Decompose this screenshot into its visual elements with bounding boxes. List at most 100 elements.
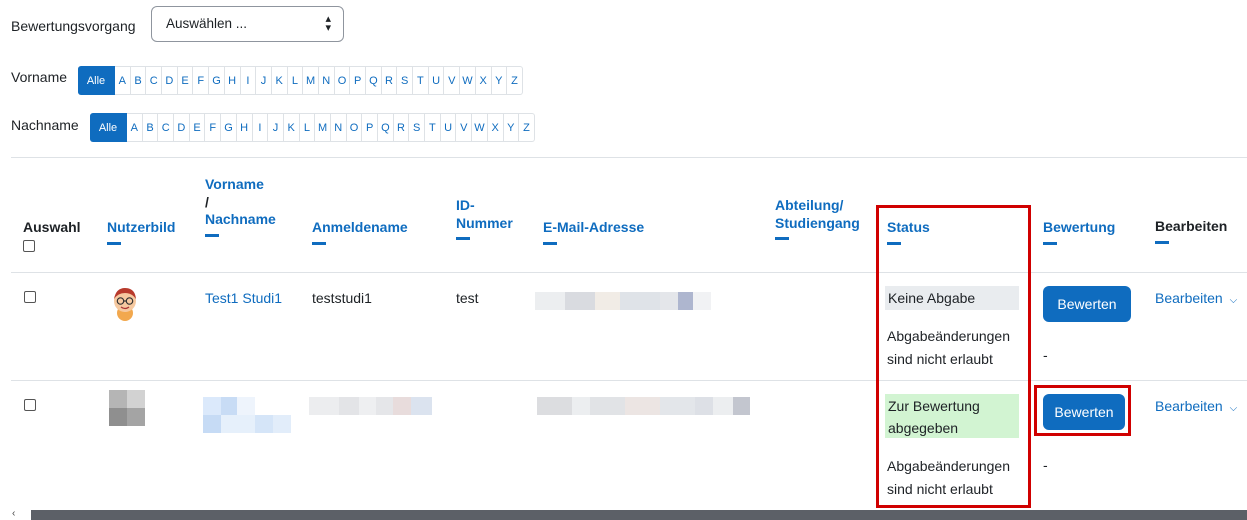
firstname-initial-a[interactable]: A xyxy=(115,66,131,95)
lastname-initial-q[interactable]: Q xyxy=(378,113,394,142)
lastname-initial-v[interactable]: V xyxy=(456,113,473,142)
sort-dash-icon xyxy=(543,241,557,245)
firstname-initial-c[interactable]: C xyxy=(146,66,163,95)
lastname-initial-w[interactable]: W xyxy=(472,113,488,142)
header-firstname[interactable]: Vorname xyxy=(205,176,276,194)
header-name[interactable]: Vorname / Nachname xyxy=(205,176,276,237)
firstname-initial-n[interactable]: N xyxy=(318,66,335,95)
lastname-initial-t[interactable]: T xyxy=(425,113,441,142)
lastname-initial-e[interactable]: E xyxy=(189,113,206,142)
firstname-initial-p[interactable]: P xyxy=(350,66,366,95)
edit-menu[interactable]: Bearbeiten ⌵ xyxy=(1155,290,1237,306)
header-idnumber[interactable]: ID- Nummer xyxy=(456,197,513,240)
firstname-initial-m[interactable]: M xyxy=(303,66,319,95)
table-row-divider xyxy=(11,272,1247,273)
lastname-initial-f[interactable]: F xyxy=(205,113,222,142)
lastname-initial-x[interactable]: X xyxy=(487,113,504,142)
lastname-initial-a[interactable]: A xyxy=(127,113,143,142)
lastname-initial-r[interactable]: R xyxy=(393,113,410,142)
header-username[interactable]: Anmeldename xyxy=(312,219,408,245)
lastname-initial-n[interactable]: N xyxy=(330,113,347,142)
lastname-initial-j[interactable]: J xyxy=(268,113,284,142)
grading-action-selected: Auswählen ... xyxy=(166,16,248,31)
firstname-initial-k[interactable]: K xyxy=(271,66,288,95)
firstname-initial-y[interactable]: Y xyxy=(491,66,508,95)
grade-value: - xyxy=(1043,457,1048,473)
lastname-initial-i[interactable]: I xyxy=(252,113,269,142)
firstname-initial-x[interactable]: X xyxy=(475,66,492,95)
lastname-initial-h[interactable]: H xyxy=(236,113,253,142)
firstname-initial-w[interactable]: W xyxy=(460,66,476,95)
header-grade[interactable]: Bewertung xyxy=(1043,219,1115,245)
lastname-initial-g[interactable]: G xyxy=(221,113,237,142)
firstname-initial-all[interactable]: Alle xyxy=(78,66,115,95)
user-idnumber: test xyxy=(456,290,479,306)
grading-action-select[interactable]: Auswählen ... ▴ ▾ xyxy=(151,6,344,42)
firstname-initial-o[interactable]: O xyxy=(334,66,351,95)
grade-value: - xyxy=(1043,347,1048,363)
chevron-down-icon: ⌵ xyxy=(1229,295,1238,306)
lastname-initial-m[interactable]: M xyxy=(315,113,331,142)
lastname-initial-d[interactable]: D xyxy=(174,113,190,142)
firstname-initial-g[interactable]: G xyxy=(209,66,225,95)
scroll-left-arrow-icon[interactable]: ‹ xyxy=(12,508,15,519)
lastname-initial-y[interactable]: Y xyxy=(503,113,520,142)
grade-button-highlight xyxy=(1034,385,1131,436)
user-avatar[interactable] xyxy=(106,284,144,322)
firstname-initial-j[interactable]: J xyxy=(256,66,272,95)
row-select-checkbox[interactable] xyxy=(24,291,36,303)
user-fullname-link[interactable]: Test1 Studi1 xyxy=(205,290,282,306)
lastname-initial-all[interactable]: Alle xyxy=(90,113,127,142)
firstname-initial-s[interactable]: S xyxy=(397,66,414,95)
lastname-initial-u[interactable]: U xyxy=(440,113,457,142)
table-row-divider xyxy=(11,380,1247,381)
sort-dash-icon xyxy=(1155,240,1169,244)
email-redacted xyxy=(537,397,750,415)
firstname-initial-f[interactable]: F xyxy=(193,66,210,95)
firstname-initial-q[interactable]: Q xyxy=(366,66,382,95)
user-avatar[interactable] xyxy=(109,390,145,426)
avatar-cartoon-icon xyxy=(114,288,136,321)
username-redacted xyxy=(309,397,432,415)
firstname-initial-h[interactable]: H xyxy=(224,66,241,95)
firstname-initial-l[interactable]: L xyxy=(287,66,304,95)
section-divider xyxy=(11,157,1247,158)
lastname-initial-p[interactable]: P xyxy=(362,113,378,142)
firstname-initial-b[interactable]: B xyxy=(130,66,147,95)
firstname-initial-t[interactable]: T xyxy=(413,66,429,95)
firstname-initial-z[interactable]: Z xyxy=(507,66,523,95)
lastname-initial-s[interactable]: S xyxy=(409,113,426,142)
header-select: Auswahl xyxy=(23,219,81,252)
user-fullname-redacted[interactable] xyxy=(203,397,291,433)
firstname-initial-v[interactable]: V xyxy=(444,66,461,95)
firstname-initial-u[interactable]: U xyxy=(428,66,445,95)
header-picture[interactable]: Nutzerbild xyxy=(107,219,175,245)
sort-dash-icon xyxy=(107,241,121,245)
lastname-initial-l[interactable]: L xyxy=(299,113,316,142)
status-column-highlight xyxy=(876,205,1031,508)
select-updown-icon: ▴ ▾ xyxy=(325,13,331,34)
lastname-initial-b[interactable]: B xyxy=(142,113,159,142)
lastname-initial-k[interactable]: K xyxy=(283,113,300,142)
sort-dash-icon xyxy=(1043,241,1057,245)
firstname-initial-d[interactable]: D xyxy=(162,66,178,95)
firstname-initial-i[interactable]: I xyxy=(240,66,257,95)
lastname-initials-label: Nachname xyxy=(11,117,79,133)
email-redacted xyxy=(535,292,711,310)
header-edit: Bearbeiten xyxy=(1155,218,1227,244)
select-all-checkbox[interactable] xyxy=(23,239,35,252)
firstname-initial-r[interactable]: R xyxy=(381,66,398,95)
edit-menu[interactable]: Bearbeiten ⌵ xyxy=(1155,398,1237,414)
header-email[interactable]: E-Mail-Adresse xyxy=(543,219,644,245)
chevron-down-icon: ⌵ xyxy=(1229,403,1238,414)
lastname-initial-o[interactable]: O xyxy=(346,113,363,142)
lastname-initial-c[interactable]: C xyxy=(158,113,175,142)
header-lastname[interactable]: Nachname xyxy=(205,211,276,229)
grade-button[interactable]: Bewerten xyxy=(1043,286,1131,322)
row-select-checkbox[interactable] xyxy=(24,399,36,411)
horizontal-scrollbar[interactable] xyxy=(31,510,1247,520)
lastname-initial-z[interactable]: Z xyxy=(519,113,535,142)
header-department[interactable]: Abteilung/ Studiengang xyxy=(775,197,860,240)
user-username: teststudi1 xyxy=(312,290,372,306)
firstname-initial-e[interactable]: E xyxy=(177,66,194,95)
